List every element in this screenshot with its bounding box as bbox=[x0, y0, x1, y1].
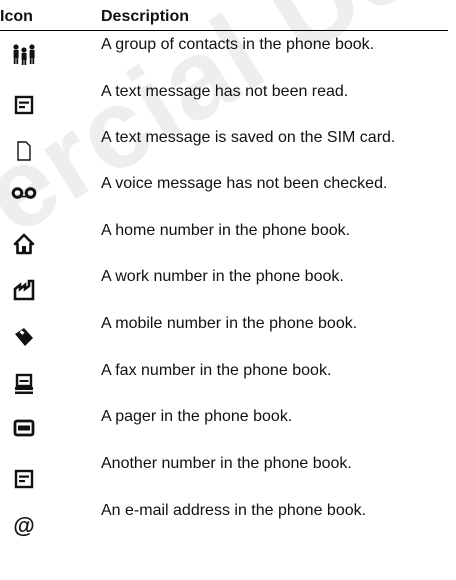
row-description: A pager in the phone book. bbox=[101, 408, 293, 425]
table-row: A mobile number in the phone book. bbox=[0, 310, 456, 357]
header-icon: Icon bbox=[0, 8, 33, 25]
row-description: Another number in the phone book. bbox=[101, 455, 352, 472]
email-at-icon: @ bbox=[9, 513, 39, 539]
table-row: Another number in the phone book. bbox=[0, 450, 456, 497]
row-description: A group of contacts in the phone book. bbox=[101, 36, 375, 53]
table-row: A work number in the phone book. bbox=[0, 263, 456, 310]
contacts-group-icon bbox=[9, 41, 39, 67]
home-icon bbox=[9, 231, 39, 257]
row-description: A home number in the phone book. bbox=[101, 222, 351, 239]
table-row: A text message is saved on the SIM card. bbox=[0, 124, 456, 170]
mobile-phone-icon bbox=[9, 324, 39, 350]
row-description: An e-mail address in the phone book. bbox=[101, 502, 367, 519]
fax-icon bbox=[9, 371, 39, 397]
row-description: A text message has not been read. bbox=[101, 83, 349, 100]
row-description: A fax number in the phone book. bbox=[101, 362, 332, 379]
table-header: Icon Description bbox=[0, 0, 448, 31]
other-number-icon bbox=[9, 466, 39, 492]
table-row: A group of contacts in the phone book. bbox=[0, 31, 456, 78]
table-row: A home number in the phone book. bbox=[0, 217, 456, 263]
table-row: A text message has not been read. bbox=[0, 78, 456, 124]
pager-icon bbox=[9, 415, 39, 441]
header-description: Description bbox=[101, 8, 190, 25]
svg-text:@: @ bbox=[13, 514, 34, 538]
sim-card-icon bbox=[9, 138, 39, 164]
voicemail-icon bbox=[9, 180, 39, 206]
table-row: A voice message has not been checked. bbox=[0, 170, 456, 217]
table-row: A pager in the phone book. bbox=[0, 403, 456, 450]
row-description: A voice message has not been checked. bbox=[101, 175, 388, 192]
unread-message-icon bbox=[9, 92, 39, 118]
table-row: A fax number in the phone book. bbox=[0, 357, 456, 403]
table-row: @ An e-mail address in the phone book. bbox=[0, 497, 456, 545]
row-description: A work number in the phone book. bbox=[101, 268, 344, 285]
row-description: A mobile number in the phone book. bbox=[101, 315, 358, 332]
work-factory-icon bbox=[9, 277, 39, 303]
row-description: A text message is saved on the SIM card. bbox=[101, 129, 396, 146]
icon-description-table: Icon Description A group of contacts in … bbox=[0, 0, 456, 545]
